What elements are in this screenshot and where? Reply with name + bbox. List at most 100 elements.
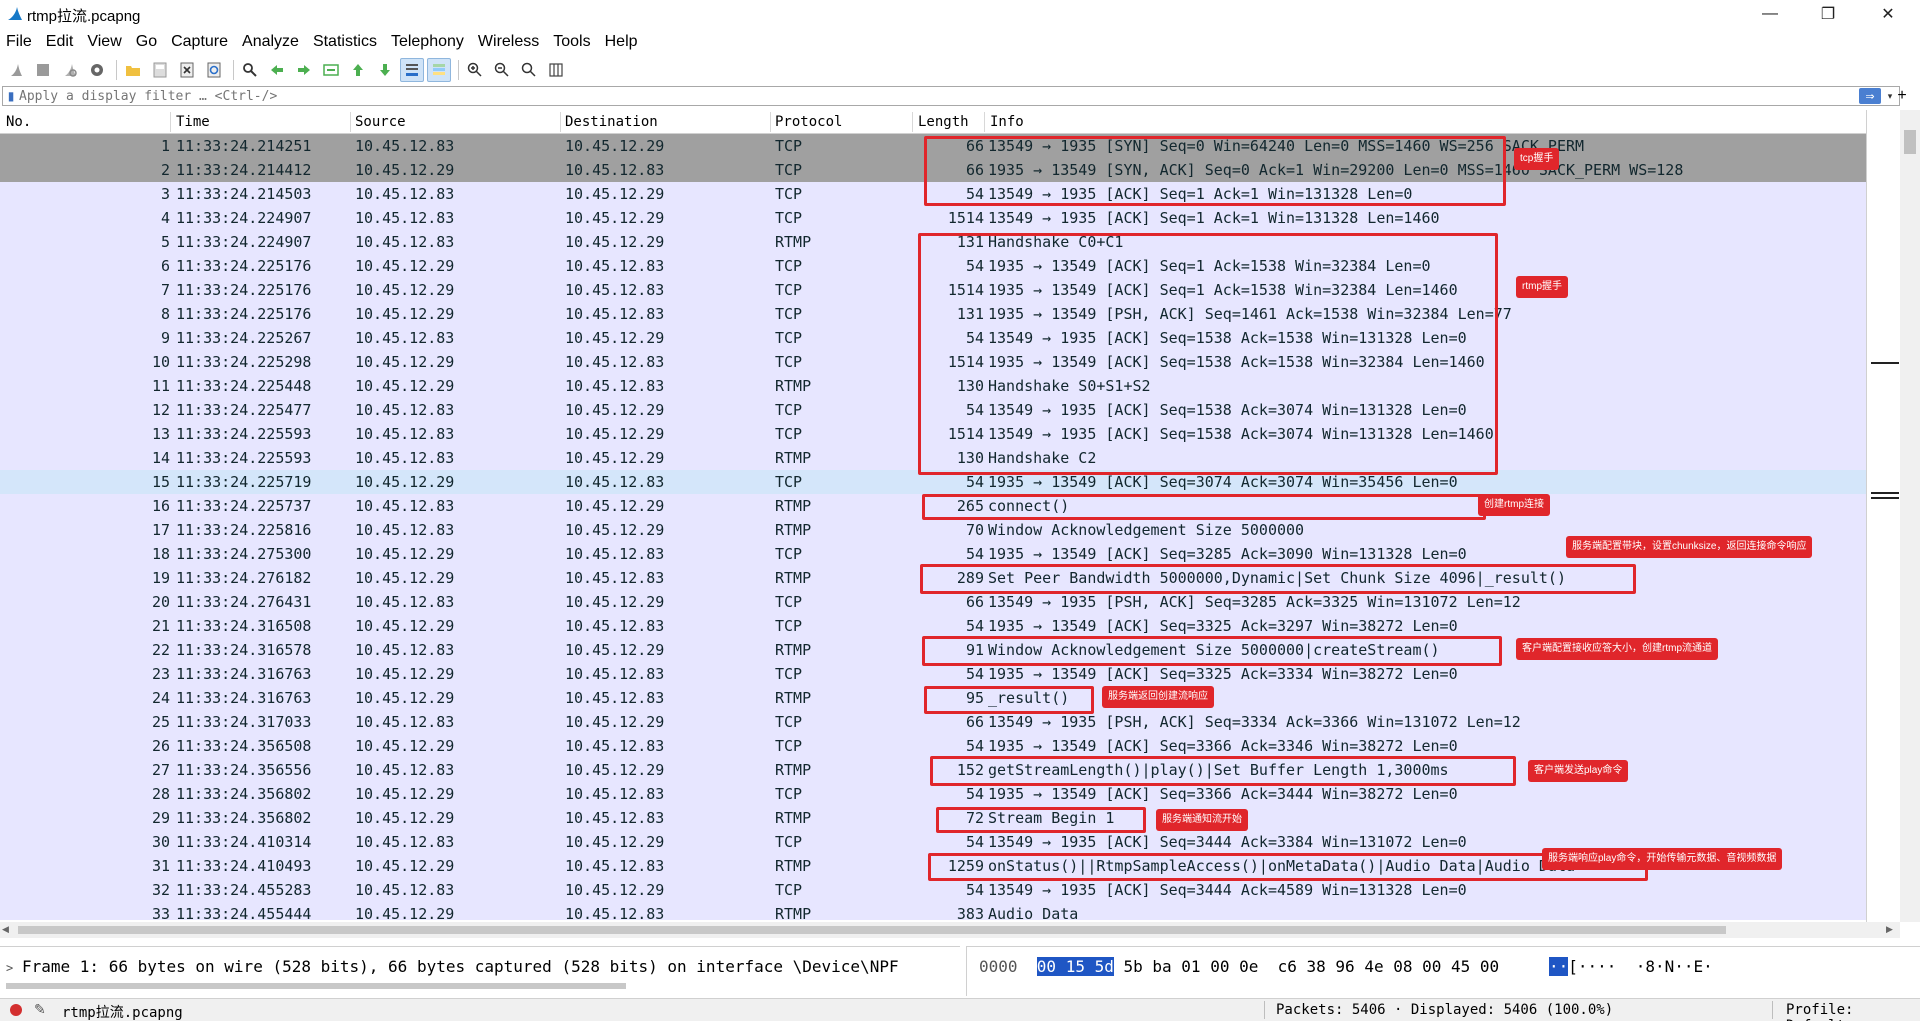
packet-time: 11:33:24.225448 <box>176 377 312 395</box>
ascii-row: ··[···· ·8·N··E· <box>1549 957 1713 976</box>
packet-list-header: No. Time Source Destination Protocol Len… <box>0 110 1866 134</box>
packet-row[interactable]: 33 11:33:24.455444 10.45.12.29 10.45.12.83 R… <box>0 902 1866 920</box>
packet-destination: 10.45.12.83 <box>565 689 665 707</box>
packet-time: 11:33:24.225176 <box>176 281 312 299</box>
packet-time: 11:33:24.225593 <box>176 449 312 467</box>
hscroll-thumb[interactable] <box>18 926 1726 934</box>
normal-size-icon[interactable] <box>517 58 541 82</box>
packet-list-hscrollbar[interactable]: ◀ ▶ <box>0 922 1900 938</box>
onstatus-annotation: 服务端响应play命令，开始传输元数据、音视频数据 <box>1542 848 1783 870</box>
hex-bytes[interactable]: 5b ba 01 00 0e c6 38 96 4e 08 00 45 00 <box>1114 957 1499 976</box>
packet-source: 10.45.12.83 <box>355 137 455 155</box>
packet-minimap[interactable] <box>1866 110 1900 922</box>
colorize-icon[interactable] <box>427 58 451 82</box>
toolbar-separator <box>116 60 117 80</box>
packet-protocol: TCP <box>775 737 803 755</box>
packet-number: 19 <box>151 569 170 587</box>
packet-time: 11:33:24.455283 <box>176 881 312 899</box>
scroll-left-icon[interactable]: ◀ <box>2 924 9 935</box>
packet-row[interactable]: 4 11:33:24.224907 10.45.12.83 10.45.12.29 TC… <box>0 206 1866 230</box>
stop-capture-icon[interactable] <box>31 58 55 82</box>
column-time[interactable]: Time <box>176 114 210 130</box>
packet-source: 10.45.12.29 <box>355 569 455 587</box>
apply-filter-button[interactable]: ⇒ <box>1859 88 1881 104</box>
menu-view[interactable]: View <box>87 33 121 51</box>
main-toolbar <box>0 56 1920 84</box>
menu-help[interactable]: Help <box>605 33 638 51</box>
frame-summary-row[interactable]: > Frame 1: 66 bytes on wire (528 bits), 6… <box>6 957 899 976</box>
column-length[interactable]: Length <box>918 114 969 130</box>
packet-time: 11:33:24.276182 <box>176 569 312 587</box>
status-profile[interactable]: Profile: Default <box>1786 1002 1920 1021</box>
find-packet-icon[interactable] <box>238 58 262 82</box>
packet-time: 11:33:24.356508 <box>176 737 312 755</box>
menu-statistics[interactable]: Statistics <box>313 33 377 51</box>
vscroll-thumb[interactable] <box>1904 130 1916 154</box>
start-capture-icon[interactable] <box>4 58 28 82</box>
menu-go[interactable]: Go <box>136 33 157 51</box>
scroll-right-icon[interactable]: ▶ <box>1886 924 1893 935</box>
packet-destination: 10.45.12.83 <box>565 665 665 683</box>
packet-protocol: TCP <box>775 593 803 611</box>
minimize-button[interactable]: — <box>1742 0 1798 28</box>
hex-selected-bytes[interactable]: 00 15 5d <box>1036 957 1114 976</box>
packet-destination: 10.45.12.29 <box>565 833 665 851</box>
packet-row[interactable]: 29 11:33:24.356802 10.45.12.29 10.45.12.83 R… <box>0 806 1866 830</box>
zoom-in-icon[interactable] <box>463 58 487 82</box>
capture-options-icon[interactable] <box>85 58 109 82</box>
packet-time: 11:33:24.317033 <box>176 713 312 731</box>
close-file-icon[interactable] <box>175 58 199 82</box>
packet-row[interactable]: 21 11:33:24.316508 10.45.12.29 10.45.12.83 T… <box>0 614 1866 638</box>
ascii-rest[interactable]: [···· ·8·N··E· <box>1568 957 1713 976</box>
details-hscroll-thumb[interactable] <box>6 983 626 989</box>
first-packet-icon[interactable] <box>346 58 370 82</box>
resize-columns-icon[interactable] <box>544 58 568 82</box>
packet-list-vscrollbar[interactable] <box>1900 110 1920 922</box>
menu-capture[interactable]: Capture <box>171 33 228 51</box>
packet-number: 17 <box>151 521 170 539</box>
menu-telephony[interactable]: Telephony <box>391 33 464 51</box>
close-button[interactable]: ✕ <box>1860 0 1916 28</box>
capture-comment-icon[interactable]: ✎ <box>34 1001 46 1018</box>
save-file-icon[interactable] <box>148 58 172 82</box>
restart-capture-icon[interactable] <box>58 58 82 82</box>
display-filter-input[interactable] <box>19 87 1819 105</box>
column-protocol[interactable]: Protocol <box>775 114 842 130</box>
menu-tools[interactable]: Tools <box>553 33 590 51</box>
packet-time: 11:33:24.225267 <box>176 329 312 347</box>
packet-source: 10.45.12.29 <box>355 809 455 827</box>
filter-bookmark-icon[interactable]: ▮ <box>3 87 19 105</box>
menu-edit[interactable]: Edit <box>46 33 74 51</box>
maximize-button[interactable]: ❐ <box>1800 0 1856 28</box>
add-filter-button[interactable]: + <box>1892 86 1912 106</box>
menu-analyze[interactable]: Analyze <box>242 33 299 51</box>
last-packet-icon[interactable] <box>373 58 397 82</box>
zoom-out-icon[interactable] <box>490 58 514 82</box>
go-forward-icon[interactable] <box>292 58 316 82</box>
packet-row[interactable]: 26 11:33:24.356508 10.45.12.29 10.45.12.83 T… <box>0 734 1866 758</box>
go-to-packet-icon[interactable] <box>319 58 343 82</box>
column-source[interactable]: Source <box>355 114 406 130</box>
tcp-handshake-annotation: tcp握手 <box>1514 148 1560 170</box>
autoscroll-icon[interactable] <box>400 58 424 82</box>
reload-file-icon[interactable] <box>202 58 226 82</box>
packet-destination: 10.45.12.83 <box>565 353 665 371</box>
packet-destination: 10.45.12.29 <box>565 713 665 731</box>
expert-info-icon[interactable] <box>10 1004 22 1016</box>
expand-chevron-icon[interactable]: > <box>6 961 22 975</box>
packet-source: 10.45.12.29 <box>355 785 455 803</box>
open-file-icon[interactable] <box>121 58 145 82</box>
connect-annotation: 创建rtmp连接 <box>1478 494 1550 516</box>
packet-time: 11:33:24.275300 <box>176 545 312 563</box>
column-no[interactable]: No. <box>6 114 31 130</box>
column-info[interactable]: Info <box>990 114 1024 130</box>
packet-row[interactable]: 32 11:33:24.455283 10.45.12.83 10.45.12.29 T… <box>0 878 1866 902</box>
menu-wireless[interactable]: Wireless <box>478 33 539 51</box>
packet-source: 10.45.12.83 <box>355 329 455 347</box>
packet-destination: 10.45.12.29 <box>565 233 665 251</box>
go-back-icon[interactable] <box>265 58 289 82</box>
menu-file[interactable]: File <box>6 33 32 51</box>
column-destination[interactable]: Destination <box>565 114 658 130</box>
packet-destination: 10.45.12.29 <box>565 137 665 155</box>
ascii-selected[interactable]: ·· <box>1549 957 1569 976</box>
